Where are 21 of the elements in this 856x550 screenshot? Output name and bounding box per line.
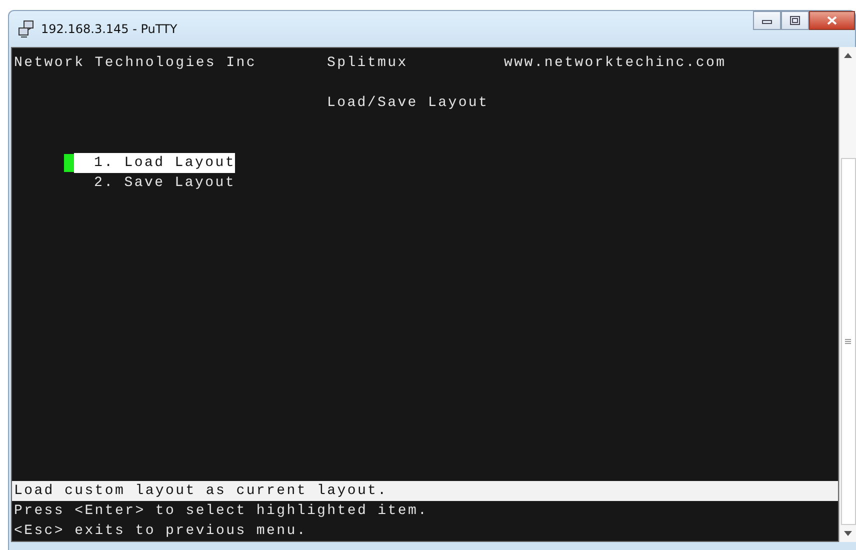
help-line: Press <Enter> to select highlighted item. xyxy=(13,502,430,521)
minimize-icon xyxy=(762,18,772,24)
screen-title: Load/Save Layout xyxy=(327,94,489,113)
scrollbar[interactable] xyxy=(839,47,856,542)
close-icon xyxy=(827,16,837,25)
status-description: Load custom layout as current layout. xyxy=(12,481,838,501)
scroll-up-icon[interactable] xyxy=(844,53,852,58)
maximize-icon xyxy=(790,16,800,25)
close-button[interactable] xyxy=(809,11,855,30)
computers-icon xyxy=(17,20,35,38)
scroll-thumb[interactable] xyxy=(840,158,856,525)
product-name: Splitmux xyxy=(327,54,408,73)
maximize-button[interactable] xyxy=(781,11,809,30)
company-name: Network Technologies Inc xyxy=(14,54,256,73)
scroll-down-icon[interactable] xyxy=(844,531,852,536)
minimize-button[interactable] xyxy=(753,11,781,30)
menu-item[interactable]: 2. Save Layout xyxy=(74,173,236,193)
window-title: 192.168.3.145 - PuTTY xyxy=(41,22,178,36)
menu-item[interactable]: 1. Load Layout xyxy=(74,153,236,173)
help-line: <Esc> exits to previous menu. xyxy=(13,522,308,541)
website-url: www.networktechinc.com xyxy=(504,54,726,73)
